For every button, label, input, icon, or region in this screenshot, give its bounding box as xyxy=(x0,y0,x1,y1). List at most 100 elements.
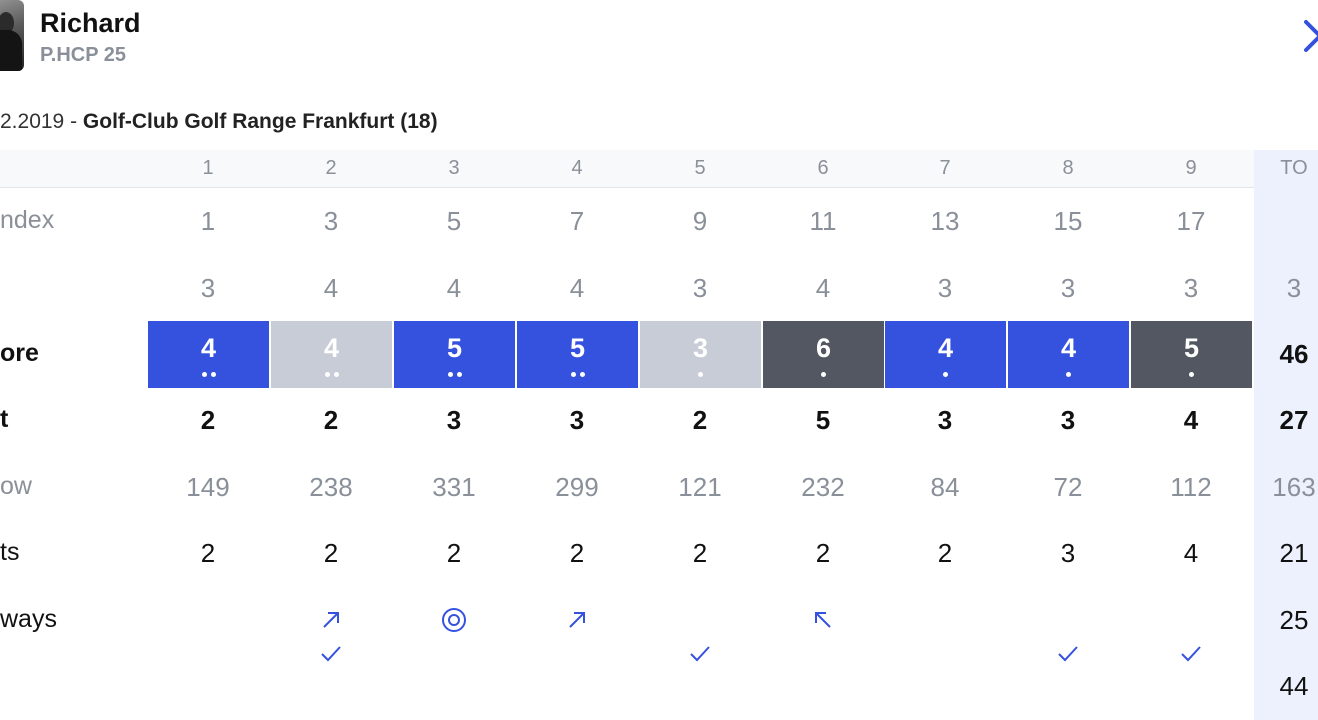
points-value: 2 xyxy=(200,404,216,435)
stroke-dot xyxy=(579,372,585,377)
stroke-dot xyxy=(943,372,948,377)
hole-number: 2 xyxy=(325,157,337,179)
par-value: 3 xyxy=(1060,272,1076,303)
score-value: 5 xyxy=(1183,333,1200,363)
index-value: 7 xyxy=(569,205,585,236)
score-cell: 5 xyxy=(517,321,638,388)
points-value: 5 xyxy=(815,404,831,435)
row-label-putts: ts xyxy=(0,538,20,566)
score-value: 5 xyxy=(569,333,586,363)
points-value: 4 xyxy=(1183,404,1199,435)
score-cell: 4 xyxy=(1008,321,1129,388)
show-value: 149 xyxy=(186,471,230,502)
score-cell: 4 xyxy=(148,321,269,388)
stroke-dot xyxy=(324,372,330,377)
score-value: 4 xyxy=(937,333,954,363)
check-icon xyxy=(1130,639,1252,669)
par-value: 3 xyxy=(692,272,708,303)
index-value: 11 xyxy=(809,205,837,236)
points-value: 2 xyxy=(323,404,339,435)
score-dots xyxy=(1131,372,1252,377)
index-value: 9 xyxy=(692,205,708,236)
score-cell: 4 xyxy=(885,321,1006,388)
show-value: 112 xyxy=(1170,471,1212,502)
par-value: 4 xyxy=(815,272,831,303)
score-cell: 6 xyxy=(763,321,884,388)
stroke-dot xyxy=(201,372,207,377)
avatar-body xyxy=(0,30,22,71)
row-label-show: ow xyxy=(0,472,32,500)
player-name: Richard xyxy=(40,8,141,38)
check-icon xyxy=(639,639,761,669)
score-cell: 5 xyxy=(394,321,515,388)
total-fairways: 25 xyxy=(1279,605,1309,635)
stroke-dot xyxy=(447,372,453,377)
putts-value: 2 xyxy=(446,537,462,568)
round-course: Golf-Club Golf Range Frankfurt (18) xyxy=(82,110,438,133)
total-score: 46 xyxy=(1279,339,1309,369)
index-value: 5 xyxy=(446,205,462,236)
points-value: 3 xyxy=(446,404,462,435)
putts-value: 2 xyxy=(937,537,953,568)
par-value: 4 xyxy=(323,272,339,303)
hole-number: 6 xyxy=(817,157,829,179)
player-avatar xyxy=(0,0,24,71)
total-show: 163 xyxy=(1272,472,1316,502)
par-value: 3 xyxy=(1183,272,1199,303)
stroke-dot xyxy=(821,372,826,377)
target-icon xyxy=(393,605,515,635)
putts-value: 2 xyxy=(200,537,216,568)
total-greens: 44 xyxy=(1279,671,1309,701)
score-dots xyxy=(394,372,515,377)
total-header: TO xyxy=(1280,157,1308,179)
score-value: 4 xyxy=(323,333,340,363)
points-value: 2 xyxy=(692,404,708,435)
round-info: 2.2019 - Golf-Club Golf Range Frankfurt … xyxy=(0,110,438,134)
check-icon xyxy=(270,639,392,669)
total-par: 3 xyxy=(1286,273,1302,303)
putts-value: 2 xyxy=(569,537,585,568)
chevron-right-icon[interactable] xyxy=(1298,16,1318,56)
stroke-dot xyxy=(570,372,576,377)
hole-number: 7 xyxy=(939,157,951,179)
index-value: 13 xyxy=(930,205,960,236)
row-label-index: ndex xyxy=(0,206,55,234)
show-value: 232 xyxy=(801,471,845,502)
putts-value: 3 xyxy=(1060,537,1076,568)
par-value: 3 xyxy=(937,272,953,303)
putts-value: 2 xyxy=(692,537,708,568)
show-value: 299 xyxy=(555,471,599,502)
hole-number: 5 xyxy=(694,157,706,179)
stroke-dot xyxy=(698,372,703,377)
arrow-up-right-icon xyxy=(270,605,392,635)
row-label-fairways: ways xyxy=(0,605,57,633)
score-dots xyxy=(763,372,884,377)
hole-number: 4 xyxy=(571,157,583,179)
arrow-up-right-icon xyxy=(516,605,638,635)
index-value: 15 xyxy=(1053,205,1083,236)
score-value: 3 xyxy=(692,333,709,363)
total-points: 27 xyxy=(1279,405,1309,435)
hole-number: 1 xyxy=(202,157,214,179)
show-value: 238 xyxy=(309,471,353,502)
show-value: 331 xyxy=(432,471,476,502)
hole-number: 3 xyxy=(448,157,460,179)
index-value: 17 xyxy=(1176,205,1206,236)
putts-value: 4 xyxy=(1183,537,1199,568)
stroke-dot xyxy=(333,372,339,377)
round-date: 2.2019 - xyxy=(0,110,83,133)
score-dots xyxy=(148,372,269,377)
score-cell: 4 xyxy=(271,321,392,388)
check-icon xyxy=(1007,639,1129,669)
par-value: 3 xyxy=(200,272,216,303)
index-value: 1 xyxy=(200,205,216,236)
row-label-points: t xyxy=(0,405,9,433)
score-dots xyxy=(885,372,1006,377)
points-value: 3 xyxy=(569,404,585,435)
arrow-up-left-icon xyxy=(762,605,884,635)
show-value: 72 xyxy=(1053,471,1083,502)
hole-number: 8 xyxy=(1062,157,1074,179)
player-hcp: P.HCP 25 xyxy=(40,44,126,66)
show-value: 121 xyxy=(678,471,722,502)
hole-number: 9 xyxy=(1185,157,1197,179)
